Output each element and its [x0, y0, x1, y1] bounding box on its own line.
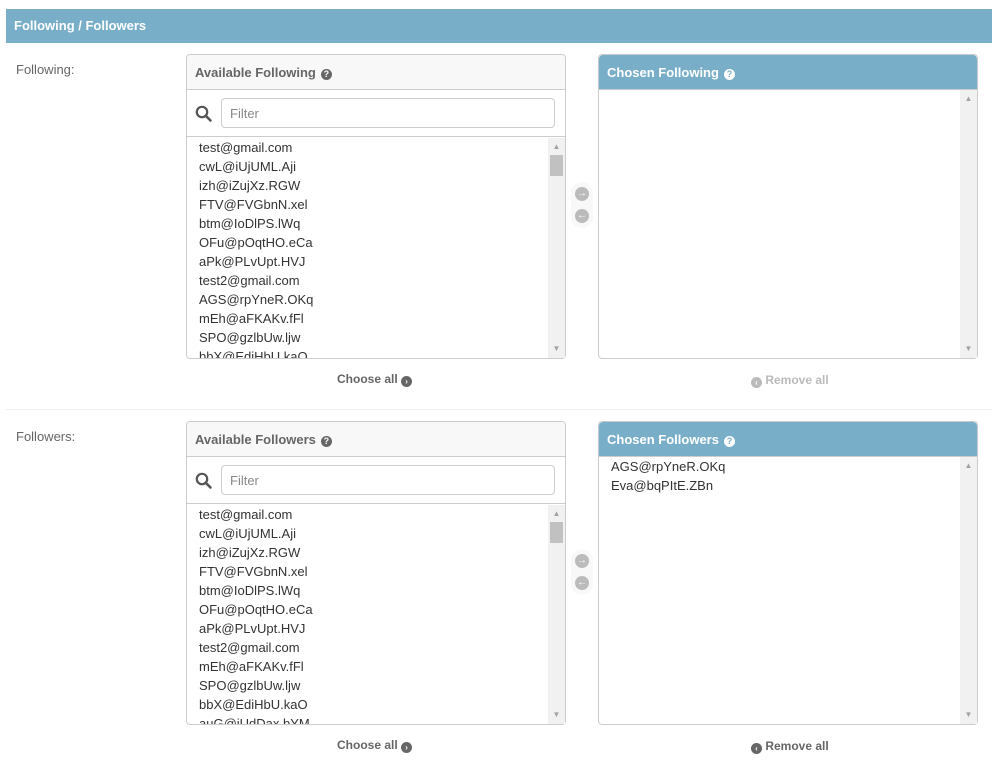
available-followers-title: Available Followers	[195, 432, 316, 447]
scroll-up-icon[interactable]: ▲	[960, 92, 977, 106]
list-item[interactable]: SPO@gzlbUw.ljw	[187, 328, 565, 347]
list-item[interactable]: test@gmail.com	[187, 138, 565, 157]
list-item[interactable]: SPO@gzlbUw.ljw	[187, 676, 565, 695]
chosen-following-list[interactable]: ▲ ▼	[599, 90, 977, 358]
scroll-thumb[interactable]	[550, 522, 563, 543]
available-following-box: Available Following? test@gmail.com cwL@…	[186, 54, 566, 359]
list-item[interactable]: test2@gmail.com	[187, 638, 565, 657]
available-following-list[interactable]: test@gmail.com cwL@iUjUML.Aji izh@iZujXz…	[187, 138, 565, 358]
list-item[interactable]: izh@iZujXz.RGW	[187, 543, 565, 562]
available-followers-filter-row	[187, 457, 565, 504]
remove-all-followers-link[interactable]: ‹ Remove all	[751, 739, 829, 754]
followers-move-arrows: → ←	[571, 549, 593, 595]
remove-all-label: Remove all	[765, 739, 829, 753]
available-followers-header: Available Followers?	[187, 422, 565, 457]
available-following-filter-row	[187, 90, 565, 137]
scrollbar[interactable]: ▲ ▼	[960, 90, 977, 358]
list-item[interactable]: bbX@EdiHbU.kaO	[187, 695, 565, 714]
chevron-left-icon: ‹	[751, 743, 762, 754]
list-item[interactable]: aPk@PLvUpt.HVJ	[187, 619, 565, 638]
help-icon[interactable]: ?	[723, 436, 735, 447]
remove-all-label: Remove all	[765, 373, 829, 387]
list-item[interactable]: btm@IoDlPS.lWq	[187, 214, 565, 233]
section-title: Following / Followers	[6, 9, 992, 43]
chevron-right-icon: ›	[401, 742, 413, 753]
available-followers-list[interactable]: test@gmail.com cwL@iUjUML.Aji izh@iZujXz…	[187, 505, 565, 724]
remove-arrow-icon[interactable]: ←	[575, 576, 589, 590]
available-followers-box: Available Followers? test@gmail.com cwL@…	[186, 421, 566, 725]
add-arrow-icon[interactable]: →	[575, 187, 589, 201]
list-item[interactable]: Eva@bqPItE.ZBn	[599, 476, 977, 495]
list-item[interactable]: auG@iUdDax.bYM	[187, 714, 565, 724]
search-icon	[195, 105, 212, 122]
scroll-up-icon[interactable]: ▲	[960, 459, 977, 473]
list-item[interactable]: OFu@pOqtHO.eCa	[187, 233, 565, 252]
scrollbar[interactable]: ▲ ▼	[548, 138, 565, 358]
list-item[interactable]: mEh@aFKAKv.fFl	[187, 657, 565, 676]
scroll-thumb[interactable]	[550, 155, 563, 176]
remove-arrow-icon[interactable]: ←	[575, 209, 589, 223]
scroll-down-icon[interactable]: ▼	[548, 708, 565, 722]
help-icon[interactable]: ?	[723, 69, 735, 80]
scrollbar[interactable]: ▲ ▼	[548, 505, 565, 724]
list-item[interactable]: test2@gmail.com	[187, 271, 565, 290]
chosen-followers-title: Chosen Followers	[607, 432, 719, 447]
help-icon[interactable]: ?	[320, 436, 332, 447]
chosen-following-header: Chosen Following?	[599, 55, 977, 90]
search-icon	[195, 472, 212, 489]
list-item[interactable]: mEh@aFKAKv.fFl	[187, 309, 565, 328]
choose-all-followers-link[interactable]: Choose all ›	[337, 738, 413, 753]
list-item[interactable]: FTV@FVGbnN.xel	[187, 562, 565, 581]
choose-all-label: Choose all	[337, 372, 398, 386]
chosen-followers-list[interactable]: AGS@rpYneR.OKq Eva@bqPItE.ZBn ▲ ▼	[599, 457, 977, 724]
list-item[interactable]: test@gmail.com	[187, 505, 565, 524]
list-item[interactable]: FTV@FVGbnN.xel	[187, 195, 565, 214]
scroll-down-icon[interactable]: ▼	[548, 342, 565, 356]
remove-all-following-link[interactable]: ‹ Remove all	[751, 373, 829, 388]
scroll-up-icon[interactable]: ▲	[548, 140, 565, 154]
list-item[interactable]: cwL@iUjUML.Aji	[187, 524, 565, 543]
list-item[interactable]: bbX@EdiHbU.kaO	[187, 347, 565, 358]
chosen-followers-header: Chosen Followers?	[599, 422, 977, 457]
scrollbar[interactable]: ▲ ▼	[960, 457, 977, 724]
chevron-left-icon: ‹	[751, 377, 762, 388]
scroll-up-icon[interactable]: ▲	[548, 507, 565, 521]
chosen-following-box: Chosen Following? ▲ ▼	[598, 54, 978, 359]
chosen-following-title: Chosen Following	[607, 65, 719, 80]
add-arrow-icon[interactable]: →	[575, 554, 589, 568]
scroll-down-icon[interactable]: ▼	[960, 342, 977, 356]
list-item[interactable]: OFu@pOqtHO.eCa	[187, 600, 565, 619]
scroll-down-icon[interactable]: ▼	[960, 708, 977, 722]
list-item[interactable]: AGS@rpYneR.OKq	[599, 457, 977, 476]
available-following-title: Available Following	[195, 65, 316, 80]
following-label: Following:	[16, 62, 75, 77]
row-divider	[6, 409, 992, 410]
list-item[interactable]: AGS@rpYneR.OKq	[187, 290, 565, 309]
list-item[interactable]: aPk@PLvUpt.HVJ	[187, 252, 565, 271]
help-icon[interactable]: ?	[320, 69, 332, 80]
chevron-right-icon: ›	[401, 376, 413, 387]
list-item[interactable]: cwL@iUjUML.Aji	[187, 157, 565, 176]
choose-all-following-link[interactable]: Choose all ›	[337, 372, 413, 387]
available-following-header: Available Following?	[187, 55, 565, 90]
chosen-followers-box: Chosen Followers? AGS@rpYneR.OKq Eva@bqP…	[598, 421, 978, 725]
following-filter-input[interactable]	[221, 98, 555, 128]
followers-filter-input[interactable]	[221, 465, 555, 495]
choose-all-label: Choose all	[337, 738, 398, 752]
list-item[interactable]: btm@IoDlPS.lWq	[187, 581, 565, 600]
followers-label: Followers:	[16, 429, 76, 444]
following-move-arrows: → ←	[571, 182, 593, 228]
list-item[interactable]: izh@iZujXz.RGW	[187, 176, 565, 195]
